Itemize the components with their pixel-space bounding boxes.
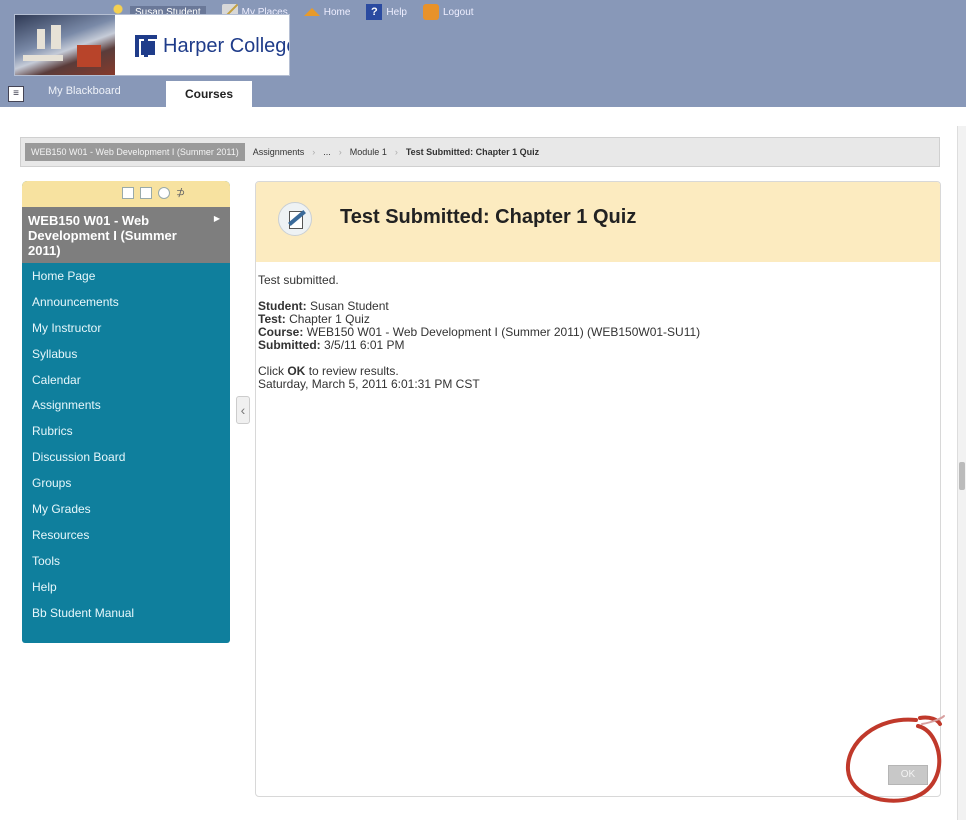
home-link[interactable]: Home [303, 7, 351, 18]
expand-arrow-icon[interactable]: ▶ [214, 214, 220, 223]
breadcrumb-separator: › [312, 147, 316, 157]
status-text: Test submitted. [258, 273, 339, 287]
tab-courses[interactable]: Courses [166, 81, 252, 107]
breadcrumb: WEB150 W01 - Web Development I (Summer 2… [20, 137, 940, 167]
home-label[interactable]: Home [324, 7, 351, 18]
help-link[interactable]: ? Help [366, 4, 407, 20]
submitted-row: Submitted: 3/5/11 6:01 PM [258, 339, 700, 352]
help-icon: ? [366, 4, 383, 20]
test-submitted-icon [278, 202, 312, 236]
course-menu-toolbar: ⊅ [22, 181, 230, 207]
course-menu-item-my-grades[interactable]: My Grades [22, 496, 230, 522]
content-panel: Test Submitted: Chapter 1 Quiz Test subm… [255, 181, 941, 797]
course-value: WEB150 W01 - Web Development I (Summer 2… [306, 325, 701, 339]
test-label: Test: [258, 312, 286, 326]
breadcrumb-module[interactable]: Module 1 [350, 147, 387, 157]
folder-view-icon[interactable] [122, 187, 134, 199]
institution-logo[interactable]: Harper College [14, 14, 290, 76]
header: Susan Student My Places Home ? Help Logo… [0, 0, 966, 107]
instruction-pre: Click [258, 364, 284, 378]
content-header: Test Submitted: Chapter 1 Quiz [256, 182, 940, 262]
campus-building-image [15, 15, 115, 75]
breadcrumb-separator: › [394, 147, 398, 157]
student-value: Susan Student [310, 299, 389, 313]
course-menu-item-rubrics[interactable]: Rubrics [22, 418, 230, 444]
course-menu-item-calendar[interactable]: Calendar [22, 367, 230, 393]
home-icon [303, 8, 320, 16]
annotation-circle [845, 715, 945, 803]
course-menu-item-resources[interactable]: Resources [22, 522, 230, 548]
breadcrumb-ellipsis[interactable]: ... [323, 147, 331, 157]
course-menu: ⊅ WEB150 W01 - Web Development I (Summer… [22, 181, 230, 643]
instruction-post: to review results. [308, 364, 399, 378]
course-menu-item-my-instructor[interactable]: My Instructor [22, 315, 230, 341]
breadcrumb-assignments[interactable]: Assignments [253, 147, 305, 157]
course-menu-item-help[interactable]: Help [22, 574, 230, 600]
course-menu-header[interactable]: WEB150 W01 - Web Development I (Summer 2… [22, 207, 230, 263]
submitted-value: 3/5/11 6:01 PM [324, 338, 405, 352]
list-view-icon[interactable] [140, 187, 152, 199]
course-menu-item-home-page[interactable]: Home Page [22, 263, 230, 289]
help-label[interactable]: Help [386, 7, 407, 18]
student-label: Student: [258, 299, 307, 313]
submission-details: Test submitted. Student: Susan Student T… [258, 274, 700, 391]
collapse-menu-handle[interactable]: ‹ [236, 396, 250, 424]
harper-logo-icon [135, 35, 157, 57]
tab-bar: ≡ My Blackboard Courses [0, 81, 966, 107]
pin-icon[interactable]: ⊅ [176, 187, 188, 199]
instruction-ok: OK [287, 364, 306, 378]
course-menu-item-announcements[interactable]: Announcements [22, 289, 230, 315]
breadcrumb-current: Test Submitted: Chapter 1 Quiz [405, 147, 540, 157]
course-menu-list: Home Page Announcements My Instructor Sy… [22, 263, 230, 625]
tab-menu-icon[interactable]: ≡ [8, 86, 24, 102]
test-value: Chapter 1 Quiz [289, 312, 370, 326]
new-window-icon[interactable] [158, 187, 170, 199]
course-menu-item-groups[interactable]: Groups [22, 470, 230, 496]
course-menu-item-bb-student-manual[interactable]: Bb Student Manual [22, 600, 230, 626]
tab-my-blackboard[interactable]: My Blackboard [48, 85, 121, 97]
course-menu-item-syllabus[interactable]: Syllabus [22, 341, 230, 367]
course-menu-item-assignments[interactable]: Assignments [22, 392, 230, 418]
breadcrumb-course[interactable]: WEB150 W01 - Web Development I (Summer 2… [25, 143, 245, 161]
course-menu-item-tools[interactable]: Tools [22, 548, 230, 574]
submitted-label: Submitted: [258, 338, 321, 352]
course-menu-item-discussion-board[interactable]: Discussion Board [22, 444, 230, 470]
breadcrumb-separator: › [338, 147, 342, 157]
vertical-scrollbar[interactable] [957, 126, 966, 820]
course-label: Course: [258, 325, 304, 339]
logout-icon [423, 4, 439, 20]
timestamp: Saturday, March 5, 2011 6:01:31 PM CST [258, 377, 480, 391]
logout-label[interactable]: Logout [443, 7, 474, 18]
institution-name: Harper College [163, 35, 290, 57]
course-menu-title[interactable]: WEB150 W01 - Web Development I (Summer 2… [28, 213, 198, 258]
scrollbar-thumb[interactable] [959, 462, 965, 490]
logout-link[interactable]: Logout [423, 4, 474, 20]
page-title: Test Submitted: Chapter 1 Quiz [340, 206, 637, 228]
